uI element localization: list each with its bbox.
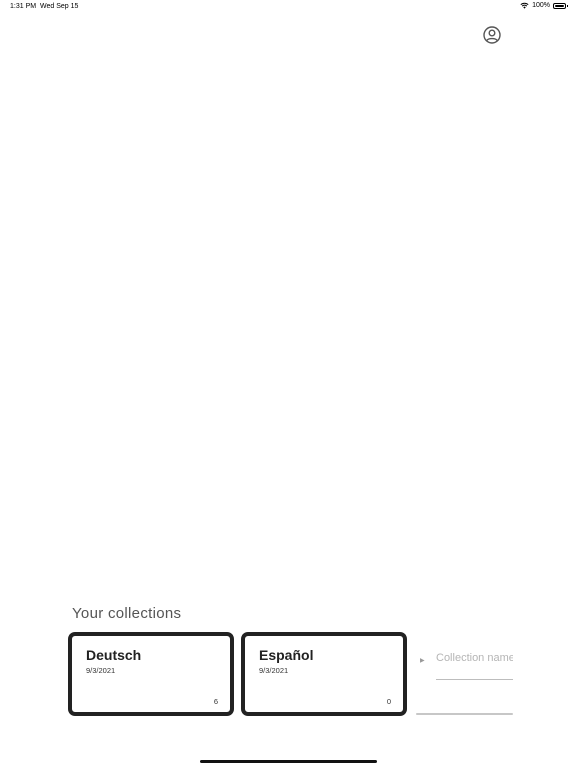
new-collection-form: ▶ [416, 640, 513, 716]
collection-card-espanol[interactable]: Español 9/3/2021 0 [241, 632, 407, 716]
collection-date: 9/3/2021 [259, 666, 289, 675]
collection-name-input[interactable] [436, 650, 513, 666]
collection-count: 6 [213, 697, 218, 706]
status-bar: 1:31 PM Wed Sep 15 100% [0, 0, 576, 14]
person-circle-icon [482, 25, 502, 45]
profile-button[interactable] [482, 25, 502, 45]
battery-percentage: 100% [532, 2, 550, 9]
battery-icon [553, 2, 568, 9]
input-underline [436, 679, 513, 680]
collections-title: Your collections [72, 605, 182, 622]
caret-right-icon[interactable]: ▶ [420, 657, 425, 664]
status-date: Wed Sep 15 [40, 3, 79, 10]
home-indicator[interactable] [200, 760, 377, 763]
horizontal-scroll-indicator[interactable] [416, 713, 513, 715]
collection-name: Español [259, 647, 314, 663]
collection-date: 9/3/2021 [86, 666, 116, 675]
collection-card-deutsch[interactable]: Deutsch 9/3/2021 6 [68, 632, 234, 716]
collection-name: Deutsch [86, 647, 142, 663]
status-indicators: 100% [520, 2, 568, 9]
status-time: 1:31 PM [10, 3, 37, 10]
collection-count: 0 [386, 697, 391, 706]
wifi-icon [520, 2, 529, 9]
